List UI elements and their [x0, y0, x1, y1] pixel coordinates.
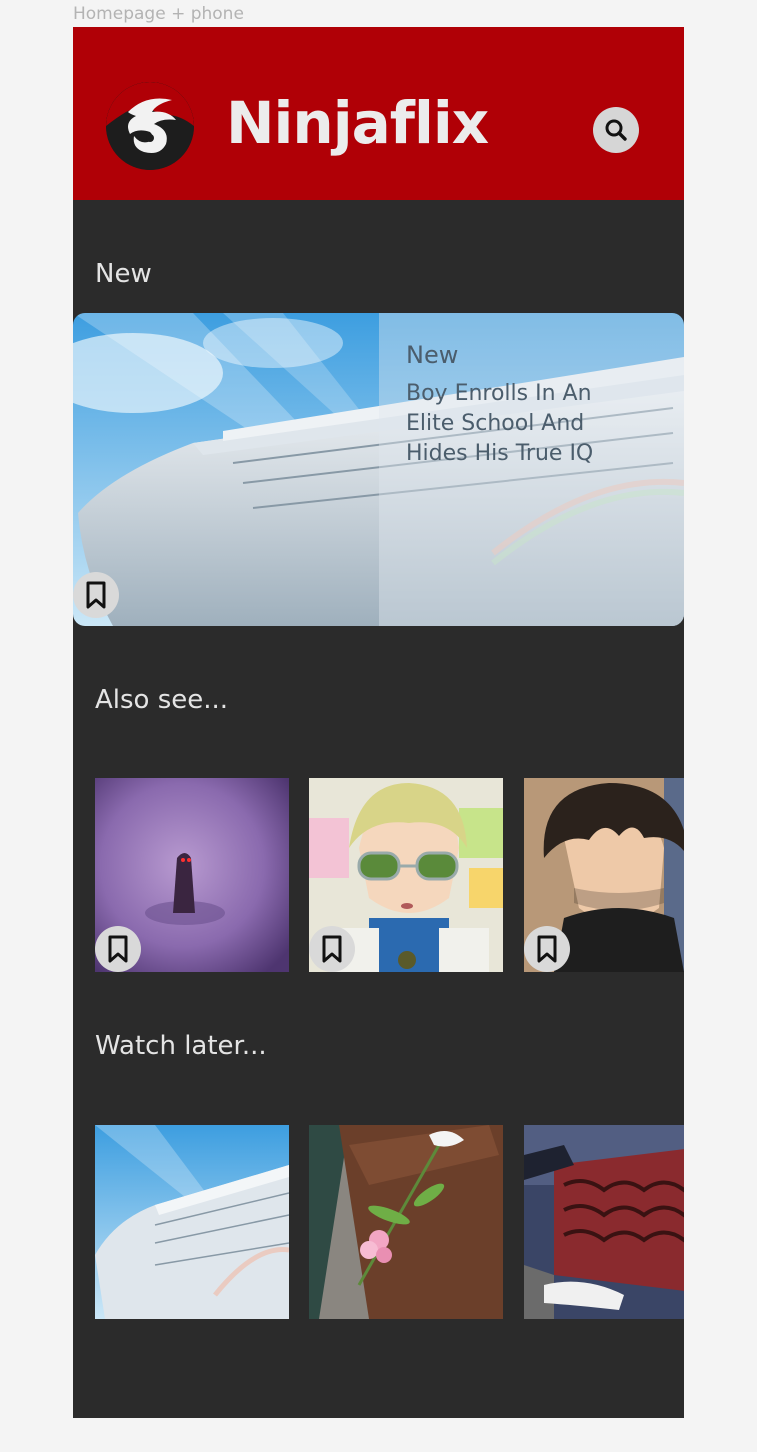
section-title-new: New [95, 259, 152, 289]
section-title-also-see: Also see... [95, 685, 229, 715]
search-button[interactable] [593, 107, 639, 153]
hero-kicker: New [406, 341, 459, 369]
also-see-item-3[interactable] [524, 778, 684, 972]
bookmark-icon [108, 935, 128, 963]
hero-bookmark-button[interactable] [73, 572, 119, 618]
search-icon [605, 119, 627, 141]
brand-title: Ninjaflix [226, 89, 489, 157]
app-header: Ninjaflix [73, 27, 684, 200]
watch-later-item-3[interactable] [524, 1125, 684, 1319]
watch-later-item-1[interactable] [95, 1125, 289, 1319]
cruise-ship-art [95, 1125, 289, 1319]
bookmark-button[interactable] [309, 926, 355, 972]
also-see-item-1[interactable] [95, 778, 289, 972]
section-title-watch-later: Watch later... [95, 1031, 267, 1061]
bookmark-icon [322, 935, 342, 963]
watch-later-item-2[interactable] [309, 1125, 503, 1319]
bookmark-button[interactable] [95, 926, 141, 972]
bookmark-button[interactable] [524, 926, 570, 972]
phone-screen: Ninjaflix New New Boy Enrolls In An Elit… [73, 27, 684, 1418]
also-see-item-2[interactable] [309, 778, 503, 972]
hero-title: Boy Enrolls In An Elite School And Hides… [406, 381, 594, 466]
bookmark-icon [537, 935, 557, 963]
frame-label: Homepage + phone [73, 4, 244, 24]
bookmark-icon [86, 581, 106, 609]
ninja-dragon-logo-icon[interactable] [106, 82, 194, 170]
piano-hands-art [524, 1125, 684, 1319]
flower-on-coffin-art [309, 1125, 503, 1319]
hero-card[interactable]: New Boy Enrolls In An Elite School And H… [73, 313, 684, 626]
